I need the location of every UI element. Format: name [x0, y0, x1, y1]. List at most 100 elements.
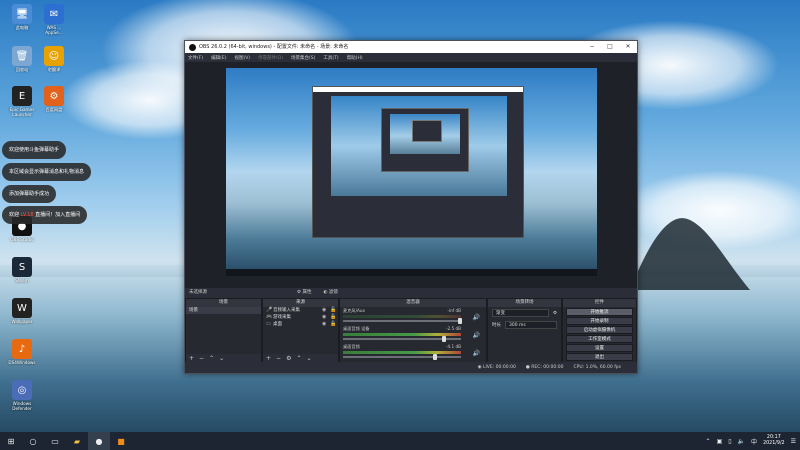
speaker-icon[interactable]: 🔊	[473, 350, 480, 357]
volume-slider[interactable]	[343, 318, 462, 324]
remove-source-icon[interactable]: −	[276, 355, 281, 362]
baidu-netdisk-icon-glyph: ⚙	[44, 86, 64, 106]
volume-slider[interactable]	[343, 336, 461, 342]
channel-db: -4.1 dB	[445, 344, 461, 349]
exit-button[interactable]: 退出	[566, 353, 633, 361]
start-streaming-button[interactable]: 开始推流	[566, 308, 633, 316]
menu-tools[interactable]: 工具(T)	[323, 55, 338, 61]
ds4windows-icon-glyph: ♪	[12, 339, 32, 359]
speaker-icon[interactable]: 🔊	[473, 314, 480, 321]
source-properties-icon[interactable]: ⚙	[286, 355, 291, 362]
start-virtual-camera-button[interactable]: 启动虚拟摄像机	[566, 326, 633, 334]
windows-defender-icon[interactable]: ◎ Windows Defender	[2, 380, 42, 412]
menu-view[interactable]: 视图(V)	[234, 55, 250, 61]
toast-join: 欢迎 ​​LV.18 直播间！加入直播间	[2, 206, 88, 224]
filters-button[interactable]: ◐ 滤镜	[323, 288, 337, 298]
duration-label: 时长	[492, 323, 501, 328]
maximize-icon[interactable]: □	[601, 41, 619, 53]
wallpaper-icon[interactable]: W Wallpaper	[2, 298, 42, 325]
volume-icon[interactable]: 🔈	[738, 438, 745, 445]
scene-item[interactable]: 场景	[186, 307, 261, 314]
taskbar: ⊞ ○ ▭ ▰ ● ■ ⌃ ▣ ▯ 🔈 中 20:17 2021/9/2 ☰	[0, 432, 800, 450]
transition-settings-icon[interactable]: ⚙	[553, 311, 557, 316]
volume-slider[interactable]	[343, 354, 461, 360]
chevron-up-icon[interactable]: ⌃	[706, 438, 711, 445]
window-title: OBS 26.0.2 (64-bit, windows) - 配置文件: 未命名…	[199, 44, 349, 50]
menu-bar: 文件(F) 编辑(E) 视图(V) 停靠部件(D) 场景集合(S) 工具(T) …	[185, 53, 637, 62]
windows-defender-icon-glyph: ◎	[12, 380, 32, 400]
properties-button[interactable]: ⚙ 属性	[297, 288, 311, 298]
toast-success: 添加弹幕助手成功	[2, 185, 57, 203]
move-up-icon[interactable]: ⌃	[209, 355, 214, 362]
source-toolbar: 未选择源 ⚙ 属性 ◐ 滤镜	[185, 288, 637, 298]
studio-mode-button[interactable]: 工作室模式	[566, 335, 633, 343]
speaker-icon[interactable]: 🔊	[473, 332, 480, 339]
toast-join-post: 直播间！加入直播间	[33, 212, 81, 218]
minimize-icon[interactable]: −	[583, 41, 601, 53]
source-item[interactable]: 🎤 音频输入采集 ◉ 🔓	[263, 307, 338, 314]
task-view-icon[interactable]: ▭	[44, 432, 66, 450]
preview-canvas[interactable]	[226, 68, 597, 276]
channel-name: 麦克风/Aux	[343, 308, 365, 313]
lock-icon[interactable]: 🔓	[330, 307, 338, 314]
move-down-icon[interactable]: ⌄	[306, 355, 311, 362]
duration-input[interactable]: 300 ms	[505, 321, 557, 329]
menu-docks[interactable]: 停靠部件(D)	[258, 55, 283, 61]
scenes-header: 场景	[186, 299, 261, 307]
move-up-icon[interactable]: ⌃	[296, 355, 301, 362]
filters-label: 滤镜	[328, 290, 338, 295]
lock-icon[interactable]: 🔓	[330, 314, 338, 321]
visibility-icon[interactable]: ◉	[322, 307, 330, 314]
toast-join-pre: 欢迎	[9, 212, 21, 218]
dock-area: 场景 场景 + − ⌃ ⌄ 来源 🎤 音频输入采集 ◉ 🔓 🎮 游戏采集 ◉ 🔓…	[185, 298, 637, 364]
translator-icon[interactable]: ☺ 宅翻译	[34, 46, 74, 73]
steam-icon[interactable]: S Steam	[2, 257, 42, 284]
toast-welcome: 欢迎使用斗鱼弹幕助手	[2, 141, 67, 159]
visibility-icon[interactable]: ◉	[322, 321, 330, 328]
remove-scene-icon[interactable]: −	[199, 355, 204, 362]
menu-file[interactable]: 文件(F)	[188, 55, 203, 61]
preview-taskbar	[226, 269, 597, 276]
source-item[interactable]: ▭ 桌面 ◉ 🔓	[263, 321, 338, 328]
settings-button[interactable]: 设置	[566, 344, 633, 352]
add-source-icon[interactable]: +	[266, 355, 271, 362]
file-explorer-icon[interactable]: ▰	[66, 432, 88, 450]
was-app-icon[interactable]: ✉ WAS ... AppSe...	[34, 4, 74, 36]
ds4windows-icon[interactable]: ♪ DS4Windows	[2, 339, 42, 366]
douyu-taskbar-icon[interactable]: ■	[110, 432, 132, 450]
channel-name: 桌面音频 设备	[343, 326, 370, 331]
channel-db: -inf dB	[447, 308, 461, 313]
ime-icon[interactable]: 中	[751, 437, 757, 446]
source-item[interactable]: 🎮 游戏采集 ◉ 🔓	[263, 314, 338, 321]
start-menu-icon[interactable]: ⊞	[0, 432, 22, 450]
nested-obs-preview-2	[381, 108, 469, 172]
baidu-netdisk-icon[interactable]: ⚙ 百度网盘	[34, 86, 74, 113]
search-icon[interactable]: ○	[22, 432, 44, 450]
status-bar: ◉ LIVE: 00:00:00 ● REC: 00:00:00 CPU: 1.…	[185, 362, 637, 373]
close-icon[interactable]: ✕	[619, 41, 637, 53]
menu-scene-collection[interactable]: 场景集合(S)	[291, 55, 315, 61]
controls-header: 控件	[563, 299, 636, 307]
add-scene-icon[interactable]: +	[189, 355, 194, 362]
obs-logo-icon	[189, 43, 196, 51]
mixer-header: 混音器	[340, 299, 486, 307]
rec-time: REC: 00:00:00	[531, 365, 564, 370]
start-recording-button[interactable]: 开始录制	[566, 317, 633, 325]
clock[interactable]: 20:17 2021/9/2	[763, 435, 785, 447]
network-icon[interactable]: ▯	[728, 438, 731, 445]
mixer-channel: 麦克风/Aux -inf dB 🔊	[340, 307, 486, 325]
visibility-icon[interactable]: ◉	[322, 314, 330, 321]
obs-titlebar[interactable]: OBS 26.0.2 (64-bit, windows) - 配置文件: 未命名…	[185, 41, 637, 53]
move-down-icon[interactable]: ⌄	[219, 355, 224, 362]
menu-help[interactable]: 帮助(H)	[347, 55, 363, 61]
app-tray-icon[interactable]: ▣	[717, 438, 723, 445]
obs-taskbar-icon[interactable]: ●	[88, 432, 110, 450]
monitor-icon: ▭	[266, 321, 271, 327]
notifications-icon[interactable]: ☰	[791, 438, 796, 445]
desktop-icon-label: 百度网盘	[45, 107, 63, 112]
transition-select[interactable]: 渐变	[492, 309, 549, 317]
lock-icon[interactable]: 🔓	[330, 321, 338, 328]
menu-edit[interactable]: 编辑(E)	[211, 55, 226, 61]
source-label: 游戏采集	[273, 315, 291, 320]
was-app-icon-glyph: ✉	[44, 4, 64, 24]
